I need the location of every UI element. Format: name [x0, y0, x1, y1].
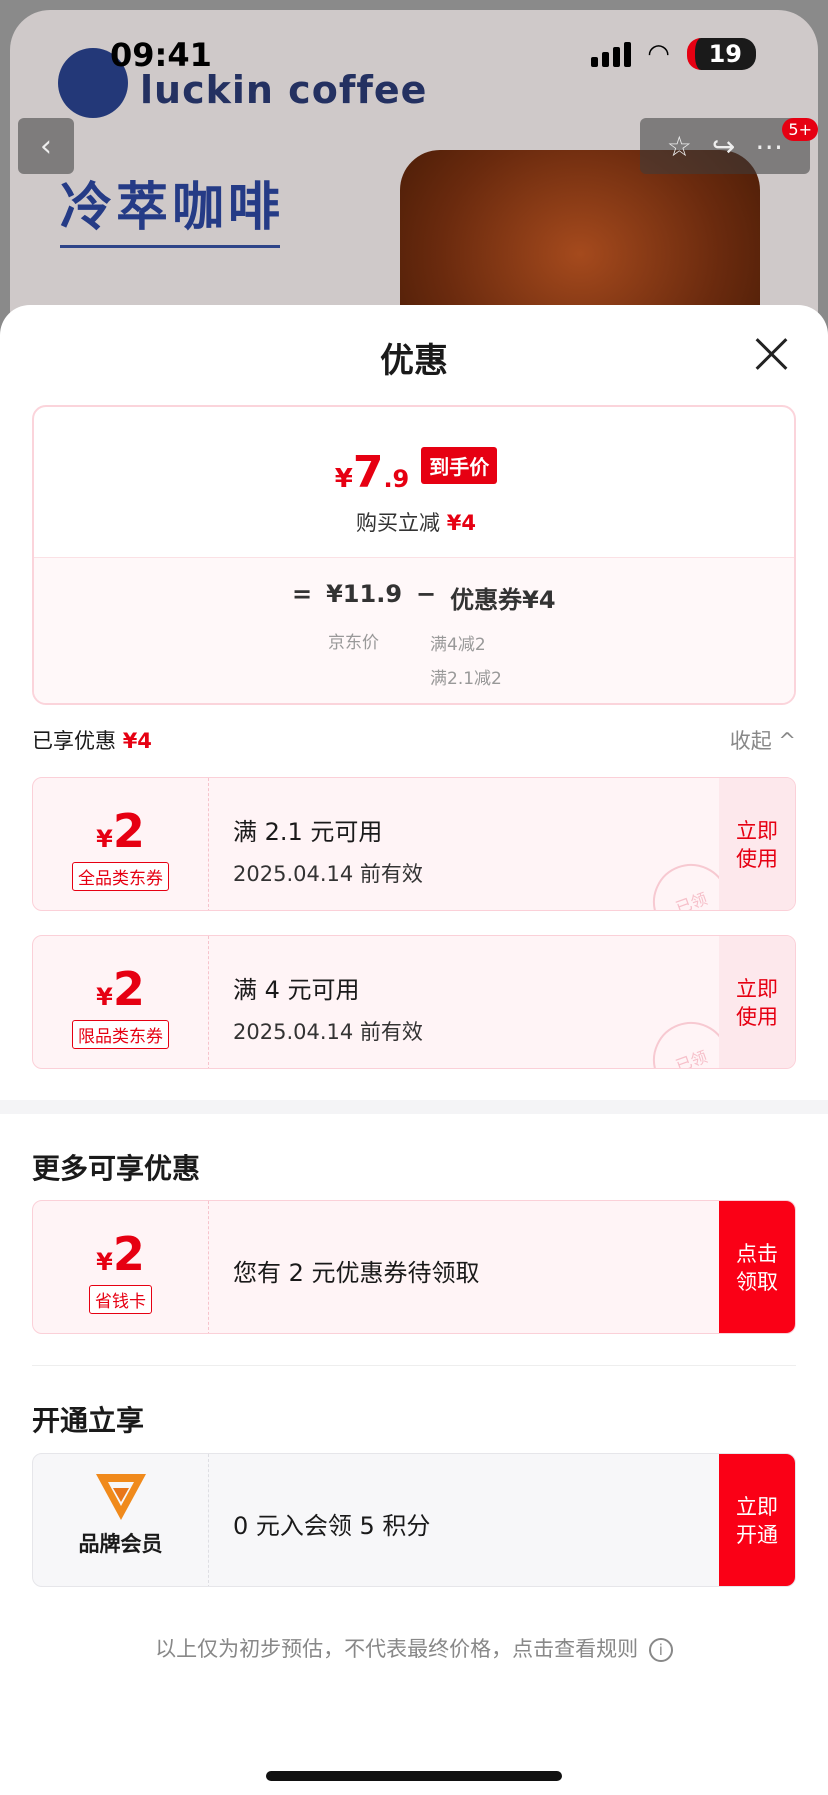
disclaimer-text: 以上仅为初步预估，不代表最终价格，点击查看规则	[155, 1637, 639, 1661]
member-logo-section: 品牌会员	[33, 1454, 209, 1586]
coupon-amount-number: 2	[112, 1227, 145, 1281]
savings-card-coupon: ¥2 省钱卡 您有 2 元优惠券待领取 点击领取	[32, 1200, 796, 1334]
price-formula: = ¥11.9 − 优惠券¥4	[292, 580, 556, 615]
jd-price-label: 京东价	[328, 633, 379, 653]
final-price-section: ¥7.9 到手价 购买立减 ¥4	[34, 407, 794, 557]
share-icon[interactable]: ↪	[712, 130, 735, 163]
brand-member-card: 品牌会员 0 元入会领 5 积分 立即开通	[32, 1453, 796, 1587]
coupon-amount-number: 2	[112, 804, 145, 858]
product-title: 冷萃咖啡	[60, 178, 285, 238]
star-icon[interactable]: ☆	[667, 130, 692, 163]
yen-symbol: ¥	[96, 825, 113, 853]
jd-price: ¥11.9	[326, 580, 403, 608]
back-arrow-icon: ‹	[40, 128, 52, 164]
coupon-validity: 2025.04.14 前有效	[233, 862, 423, 886]
coupon-validity: 2025.04.14 前有效	[233, 1020, 423, 1044]
final-price-row: ¥7.9 到手价	[34, 447, 794, 498]
final-price: ¥7.9	[335, 447, 410, 498]
instant-discount: 购买立减 ¥4	[34, 507, 794, 537]
claim-button[interactable]: 点击领取	[719, 1201, 795, 1333]
use-now-label: 立即使用	[736, 819, 778, 871]
price-decimal: .9	[383, 465, 410, 493]
claim-label: 点击领取	[736, 1242, 778, 1294]
use-now-label: 立即使用	[736, 977, 778, 1029]
disclaimer[interactable]: 以上仅为初步预估，不代表最终价格，点击查看规则 i	[0, 1633, 828, 1663]
signal-icon	[590, 41, 631, 67]
coupon-type-badge: 全品类东券	[72, 862, 169, 891]
status-time: 09:41	[110, 36, 212, 74]
brand-name: luckin coffee	[140, 68, 428, 112]
coupon-value-section: ¥2 全品类东券	[33, 778, 209, 910]
membership-offer-text: 0 元入会领 5 积分	[233, 1512, 431, 1540]
coupon-rule-2: 满2.1减2	[430, 669, 502, 689]
separator	[32, 1365, 796, 1366]
sheet-title: 优惠	[380, 341, 448, 381]
more-icon[interactable]: ⋯	[755, 130, 783, 163]
coupon-amount: ¥2	[33, 804, 208, 858]
enjoyed-label: 已享优惠	[32, 729, 116, 753]
enjoyed-value: ¥4	[122, 729, 152, 753]
discount-sheet: 优惠 ¥7.9 到手价 购买立减 ¥4 = ¥11.9 − 优惠券¥4 京东价	[0, 305, 828, 1795]
yen-symbol: ¥	[96, 983, 113, 1011]
brand-member-label: 品牌会员	[78, 1532, 163, 1556]
back-button[interactable]: ‹	[18, 118, 74, 174]
title-underline	[60, 245, 280, 248]
minus-sign: −	[416, 580, 437, 608]
coupon-total: 优惠券¥4	[450, 586, 556, 614]
more-discounts-title: 更多可享优惠	[32, 1152, 201, 1185]
coupon-amount-number: 2	[112, 962, 145, 1016]
use-now-button[interactable]: 立即使用	[719, 778, 795, 910]
coupon-amount: ¥2	[33, 1227, 208, 1281]
open-membership-title: 开通立享	[32, 1404, 145, 1437]
equals-sign: =	[292, 580, 313, 608]
coupon-type-badge: 省钱卡	[89, 1285, 152, 1314]
price-integer: 7	[352, 447, 384, 498]
price-summary-card: ¥7.9 到手价 购买立减 ¥4 = ¥11.9 − 优惠券¥4 京东价 满4减…	[32, 405, 796, 705]
enjoyed-discount-row: 已享优惠 ¥4 收起 ^	[32, 725, 796, 755]
wifi-icon: ◠	[648, 39, 669, 69]
coupon-card: ¥2 限品类东券 满 4 元可用 2025.04.14 前有效 已领 立即使用	[32, 935, 796, 1069]
notification-badge: 5+	[782, 118, 818, 141]
coupon-value-section: ¥2 限品类东券	[33, 936, 209, 1068]
brand-v-icon	[95, 1474, 146, 1520]
coupon-value-section: ¥2 省钱卡	[33, 1201, 209, 1333]
coupon-amount: ¥2	[33, 962, 208, 1016]
close-icon[interactable]	[754, 337, 788, 371]
status-icons: ◠ 19	[590, 38, 756, 70]
battery-indicator: 19	[686, 38, 756, 70]
final-price-tag: 到手价	[421, 447, 498, 484]
open-membership-label: 立即开通	[736, 1495, 778, 1547]
yen-symbol: ¥	[96, 1248, 113, 1276]
coupon-card: ¥2 全品类东券 满 2.1 元可用 2025.04.14 前有效 已领 立即使…	[32, 777, 796, 911]
coupon-condition: 满 2.1 元可用	[233, 818, 383, 846]
section-divider	[0, 1100, 828, 1114]
price-breakdown: = ¥11.9 − 优惠券¥4 京东价 满4减2 满2.1减2	[34, 557, 794, 703]
coupon-type-badge: 限品类东券	[72, 1020, 169, 1049]
instant-discount-value: ¥4	[446, 511, 476, 535]
coupon-condition: 满 4 元可用	[233, 976, 360, 1004]
collapse-button[interactable]: 收起 ^	[730, 725, 796, 755]
yen-symbol: ¥	[334, 464, 353, 494]
info-icon: i	[648, 1638, 673, 1662]
instant-discount-label: 购买立减	[356, 511, 441, 535]
home-indicator	[266, 1771, 562, 1781]
claim-coupon-text: 您有 2 元优惠券待领取	[233, 1259, 480, 1287]
open-membership-button[interactable]: 立即开通	[719, 1454, 795, 1586]
use-now-button[interactable]: 立即使用	[719, 936, 795, 1068]
coupon-rule-1: 满4减2	[430, 635, 486, 655]
